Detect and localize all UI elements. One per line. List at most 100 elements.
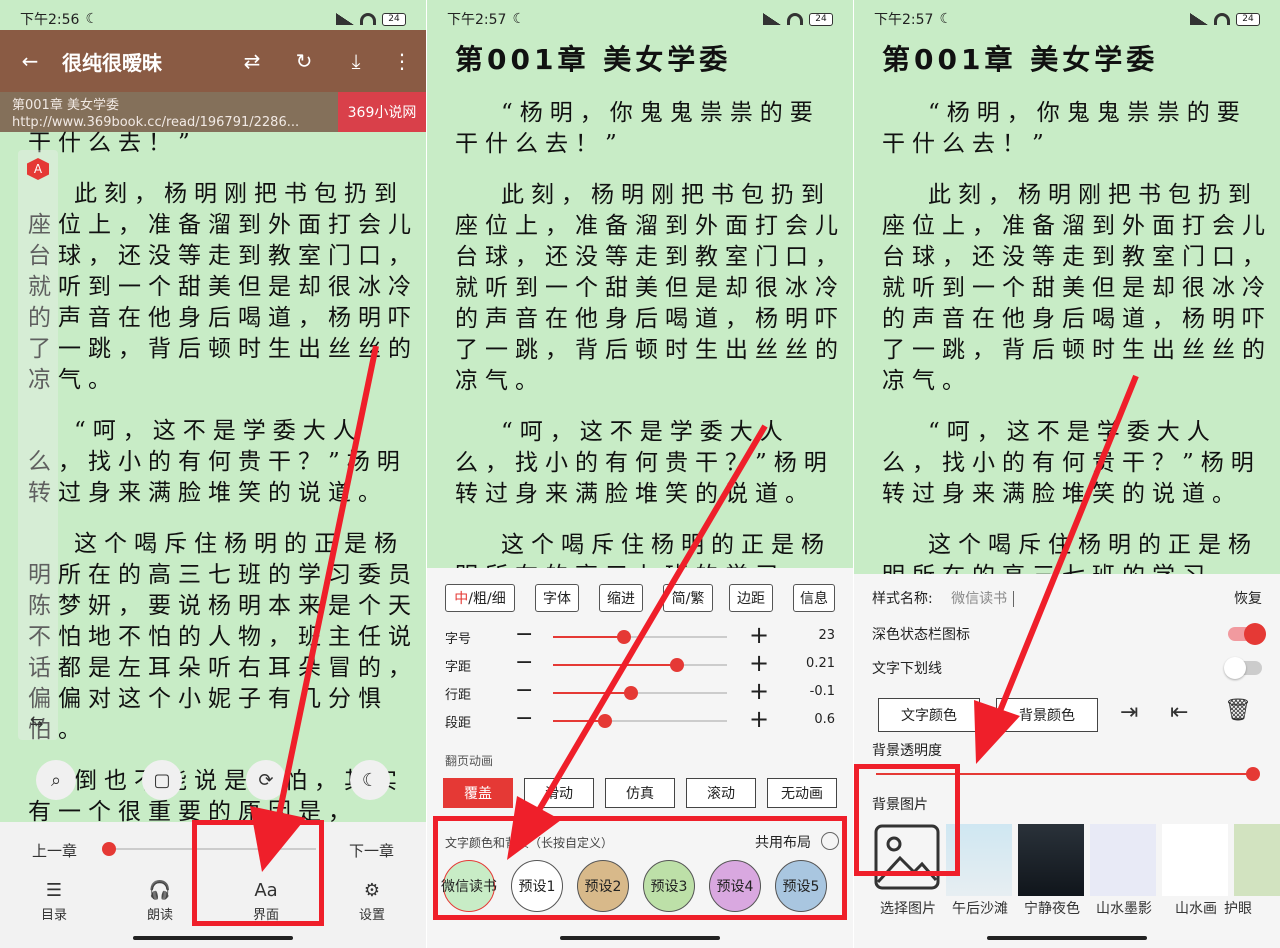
chapter-title: 第001章 美女学委 bbox=[882, 43, 1159, 76]
restore-button[interactable]: 恢复 bbox=[1234, 588, 1262, 608]
page-anim-title: 翻页动画 bbox=[445, 754, 494, 768]
paragraph: “呵，这不是学委大人么，找小的有何贵干？”杨明转过身来满脸堆笑的说道。 bbox=[28, 418, 407, 506]
bg-thumb-ink[interactable] bbox=[1090, 824, 1156, 896]
auto-read-strip[interactable]: A bbox=[18, 150, 58, 740]
slider-track[interactable] bbox=[553, 630, 727, 644]
paragraph: “呵，这不是学委大人么，找小的有何贵干？”杨明转过身来满脸堆笑的说道。 bbox=[455, 419, 834, 507]
slider-knob[interactable] bbox=[598, 714, 613, 728]
bg-label: 护眼 bbox=[1224, 901, 1252, 917]
expand-icon[interactable]: ⇆ bbox=[30, 712, 43, 731]
chapter-body: “杨明，你鬼鬼祟祟的要干什么去！” 此刻，杨明刚把书包扔到座位上，准备溜到外面打… bbox=[882, 98, 1274, 612]
status-time: 下午2:57 bbox=[447, 12, 507, 28]
slider-letter-spacing[interactable]: 字距 − + 0.21 bbox=[445, 649, 835, 677]
anim-none[interactable]: 无动画 bbox=[767, 778, 837, 808]
bg-thumb-landscape[interactable] bbox=[1162, 824, 1228, 896]
nav-settings[interactable]: ⚙ 设置 bbox=[342, 880, 402, 923]
font-weight-button[interactable]: 中/粗/细 bbox=[445, 584, 515, 612]
bg-alpha-knob[interactable] bbox=[1246, 767, 1260, 781]
highlight-box bbox=[854, 764, 960, 876]
replace-button[interactable]: ⟳ bbox=[246, 760, 286, 800]
refresh-icon[interactable]: ↻ bbox=[292, 49, 316, 73]
chapter-body: “杨明，你鬼鬼祟祟的要干什么去！” 此刻，杨明刚把书包扔到座位上，准备溜到外面打… bbox=[455, 98, 847, 612]
slider-knob[interactable] bbox=[624, 686, 639, 700]
home-indicator bbox=[133, 936, 293, 940]
nav-read-aloud-label: 朗读 bbox=[146, 908, 173, 923]
status-time: 下午2:56 bbox=[20, 12, 80, 28]
auto-page-icon[interactable]: A bbox=[27, 158, 49, 180]
nav-read-aloud[interactable]: 🎧 朗读 bbox=[130, 880, 190, 923]
slider-track[interactable] bbox=[553, 714, 727, 728]
minus-icon[interactable]: − bbox=[515, 622, 533, 647]
slider-paragraph-spacing[interactable]: 段距 − + 0.6 bbox=[445, 705, 835, 733]
bg-label: 山水墨影 bbox=[1096, 901, 1152, 917]
slider-value: 0.21 bbox=[806, 656, 835, 671]
export-icon[interactable]: ⇤ bbox=[1170, 700, 1188, 725]
underline-label: 文字下划线 bbox=[872, 661, 942, 677]
slider-value: -0.1 bbox=[809, 684, 835, 699]
paragraph: 此刻，杨明刚把书包扔到座位上，准备溜到外面打会儿台球，还没等走到教室门口，就听到… bbox=[882, 182, 1272, 394]
auto-page-button[interactable]: ▢ bbox=[142, 760, 182, 800]
slider-track[interactable] bbox=[553, 686, 727, 700]
slider-knob[interactable] bbox=[669, 658, 684, 672]
weight-options: /粗/细 bbox=[468, 591, 506, 607]
source-info-bar[interactable]: 第001章 美女学委 http://www.369book.cc/read/19… bbox=[0, 92, 426, 132]
minus-icon[interactable]: − bbox=[515, 650, 533, 675]
anim-scroll[interactable]: 滚动 bbox=[686, 778, 756, 808]
back-arrow-icon[interactable]: ← bbox=[18, 49, 42, 73]
simp-trad-button[interactable]: 简/繁 bbox=[663, 584, 713, 612]
nav-catalog[interactable]: ☰ 目录 bbox=[24, 880, 84, 923]
plus-icon[interactable]: + bbox=[749, 621, 769, 649]
bg-thumb-eye-care[interactable] bbox=[1234, 824, 1280, 896]
more-options-icon[interactable]: ⋮ bbox=[390, 49, 414, 73]
style-name-label: 样式名称: bbox=[872, 591, 933, 607]
source-badge[interactable]: 369小说网 bbox=[338, 92, 426, 132]
auto-page-icon: ▢ bbox=[153, 769, 171, 791]
anim-simulation[interactable]: 仿真 bbox=[605, 778, 675, 808]
shuffle-source-icon[interactable]: ⇄ bbox=[240, 49, 264, 73]
night-mode-button[interactable]: ☾ bbox=[350, 760, 390, 800]
minus-icon[interactable]: − bbox=[515, 706, 533, 731]
paragraph: 这个喝斥住杨明的正是杨明所在的高三七班的学习委员陈梦妍，要说杨明本来是个天不怕地… bbox=[28, 531, 418, 743]
search-button[interactable]: ⌕ bbox=[36, 760, 76, 800]
font-button[interactable]: 字体 bbox=[535, 584, 579, 612]
slider-label: 字距 bbox=[445, 660, 472, 675]
slider-value: 23 bbox=[818, 628, 835, 643]
anim-cover[interactable]: 覆盖 bbox=[443, 778, 513, 808]
underline-toggle[interactable] bbox=[1224, 657, 1262, 679]
download-icon[interactable]: ⤓ bbox=[344, 49, 368, 73]
plus-icon[interactable]: + bbox=[749, 649, 769, 677]
headphones-icon: 🎧 bbox=[148, 880, 172, 901]
moon-icon: ☾ bbox=[361, 769, 379, 791]
reader-panel-custom-style: 下午2:57 ☾ 24 第001章 美女学委 “杨明，你鬼鬼祟祟的要干什么去！”… bbox=[854, 0, 1280, 948]
home-indicator bbox=[987, 936, 1147, 940]
bg-color-button[interactable]: 背景颜色 bbox=[996, 698, 1098, 732]
slider-font-size[interactable]: 字号 − + 23 bbox=[445, 621, 835, 649]
prev-chapter-button[interactable]: 上一章 bbox=[32, 840, 77, 861]
battery-icon: 24 bbox=[809, 12, 833, 26]
underline-row: 文字下划线 bbox=[872, 657, 1262, 679]
paragraph: “杨明，你鬼鬼祟祟的要干什么去！” bbox=[455, 100, 820, 157]
slider-knob[interactable] bbox=[617, 630, 632, 644]
next-chapter-button[interactable]: 下一章 bbox=[349, 840, 394, 861]
bg-thumb-night[interactable] bbox=[1018, 824, 1084, 896]
trash-icon[interactable]: 🗑 bbox=[1224, 698, 1252, 723]
info-button[interactable]: 信息 bbox=[793, 584, 835, 612]
plus-icon[interactable]: + bbox=[749, 677, 769, 705]
plus-icon[interactable]: + bbox=[749, 705, 769, 733]
slider-track[interactable] bbox=[553, 658, 727, 672]
margin-button[interactable]: 边距 bbox=[729, 584, 773, 612]
status-time: 下午2:57 bbox=[874, 12, 934, 28]
style-name-input[interactable]: 微信读书 bbox=[951, 591, 1015, 607]
status-bar: 下午2:56 ☾ 24 bbox=[20, 8, 406, 30]
dark-status-label: 深色状态栏图标 bbox=[872, 627, 970, 643]
slider-line-spacing[interactable]: 行距 − + -0.1 bbox=[445, 677, 835, 705]
paragraph: 此刻，杨明刚把书包扔到座位上，准备溜到外面打会儿台球，还没等走到教室门口，就听到… bbox=[28, 181, 418, 393]
minus-icon[interactable]: − bbox=[515, 678, 533, 703]
indent-button[interactable]: 缩进 bbox=[599, 584, 643, 612]
text-color-button[interactable]: 文字颜色 bbox=[878, 698, 980, 732]
dark-status-toggle[interactable] bbox=[1228, 623, 1266, 645]
progress-knob[interactable] bbox=[102, 842, 116, 856]
anim-slide[interactable]: 滑动 bbox=[524, 778, 594, 808]
chapter-body: 干什么去！” 此刻，杨明刚把书包扔到座位上，准备溜到外面打会儿台球，还没等走到教… bbox=[28, 128, 420, 848]
import-icon[interactable]: ⇥ bbox=[1120, 700, 1138, 725]
